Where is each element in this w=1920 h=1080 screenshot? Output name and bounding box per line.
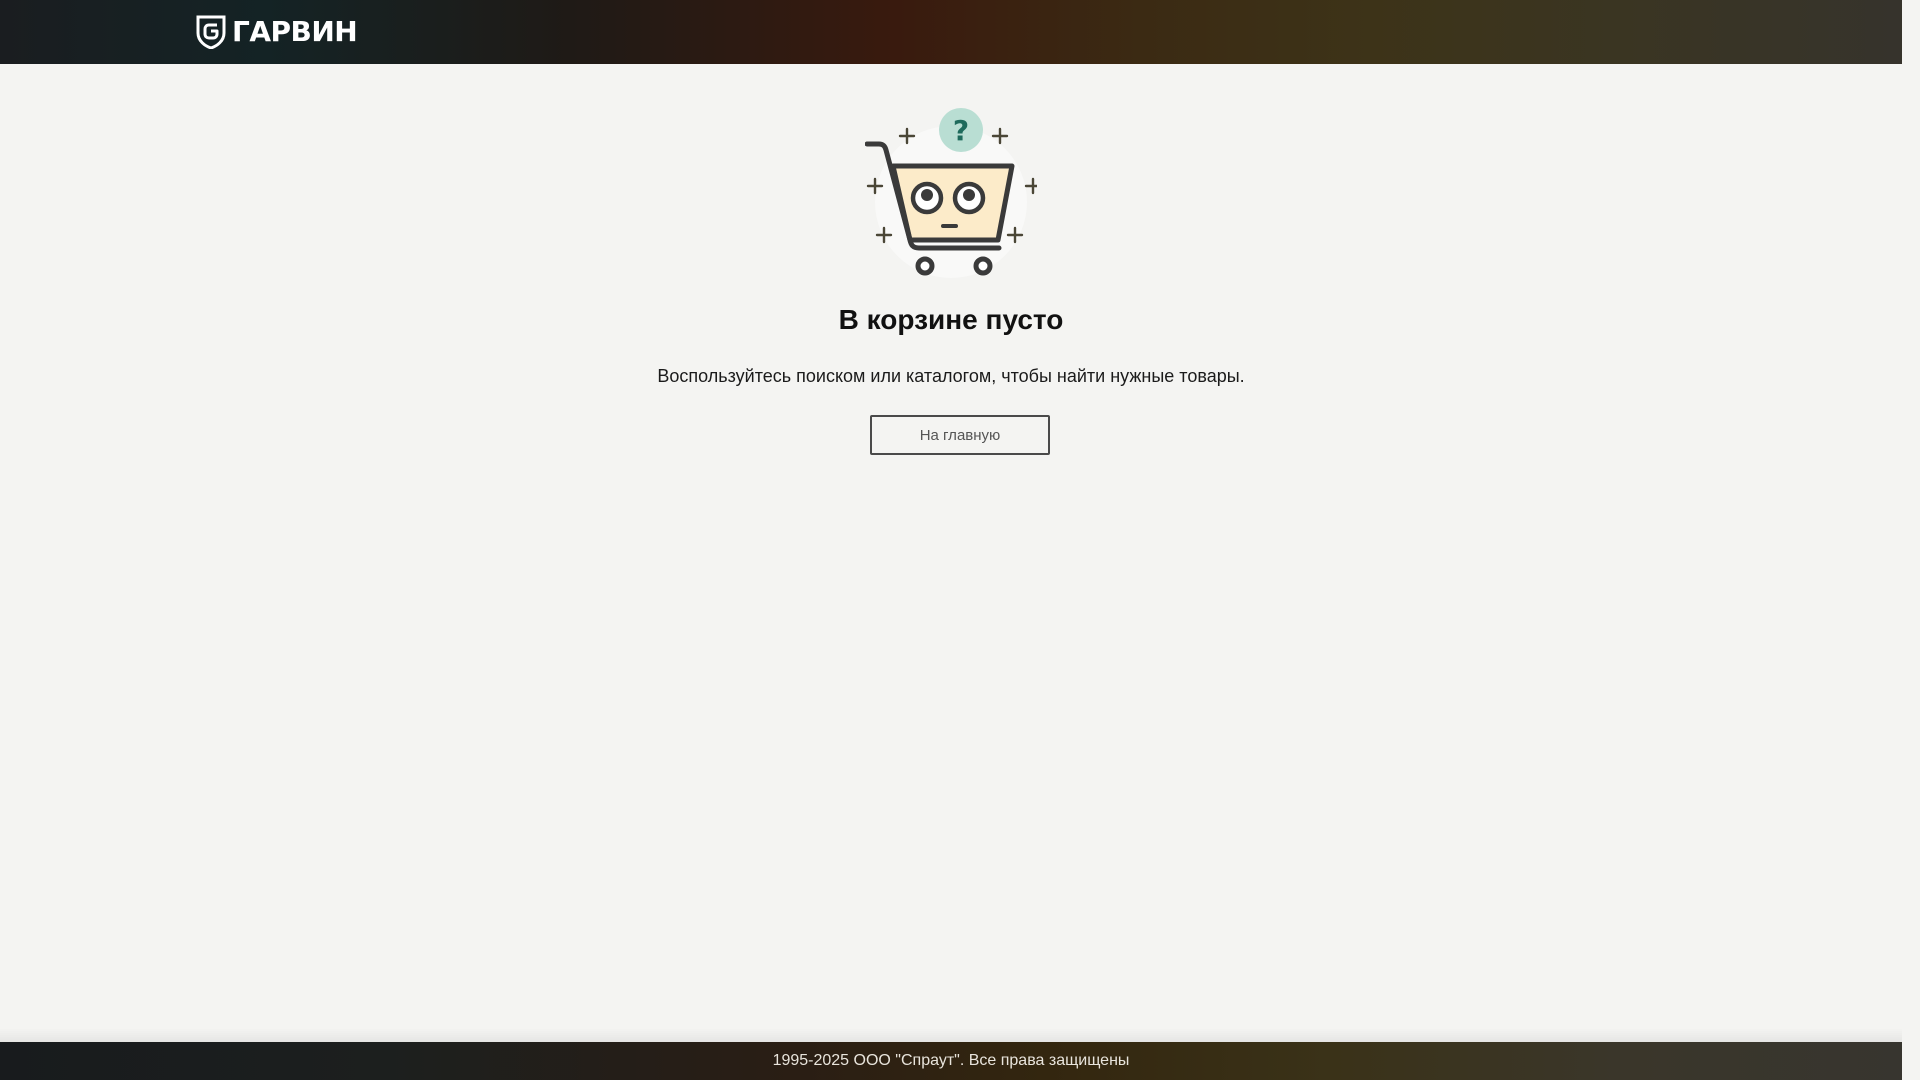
empty-cart-question-icon: ? <box>865 108 1037 278</box>
site-logo[interactable]: ГАРВИН <box>196 14 358 50</box>
logo-text: ГАРВИН <box>232 15 358 48</box>
site-header: ГАРВИН <box>0 0 1902 64</box>
copyright-text: 1995-2025 ООО "Спраут". Все права защище… <box>772 1052 1130 1069</box>
empty-cart-message: Воспользуйтесь поиском или каталогом, чт… <box>657 366 1245 386</box>
svg-text:?: ? <box>953 114 969 147</box>
scrollbar[interactable] <box>1902 0 1920 1080</box>
footer-shadow <box>0 1028 1902 1042</box>
logo-shield-icon <box>196 15 226 49</box>
browser-viewport: ГАРВИН ? В корзине пусто Воспользуйтесь … <box>0 0 1920 1080</box>
site-footer: 1995-2025 ООО "Спраут". Все права защище… <box>0 1042 1902 1080</box>
empty-cart-title: В корзине пусто <box>838 304 1064 335</box>
home-button[interactable]: На главную <box>870 415 1050 455</box>
page: ГАРВИН ? В корзине пусто Воспользуйтесь … <box>0 0 1902 1080</box>
